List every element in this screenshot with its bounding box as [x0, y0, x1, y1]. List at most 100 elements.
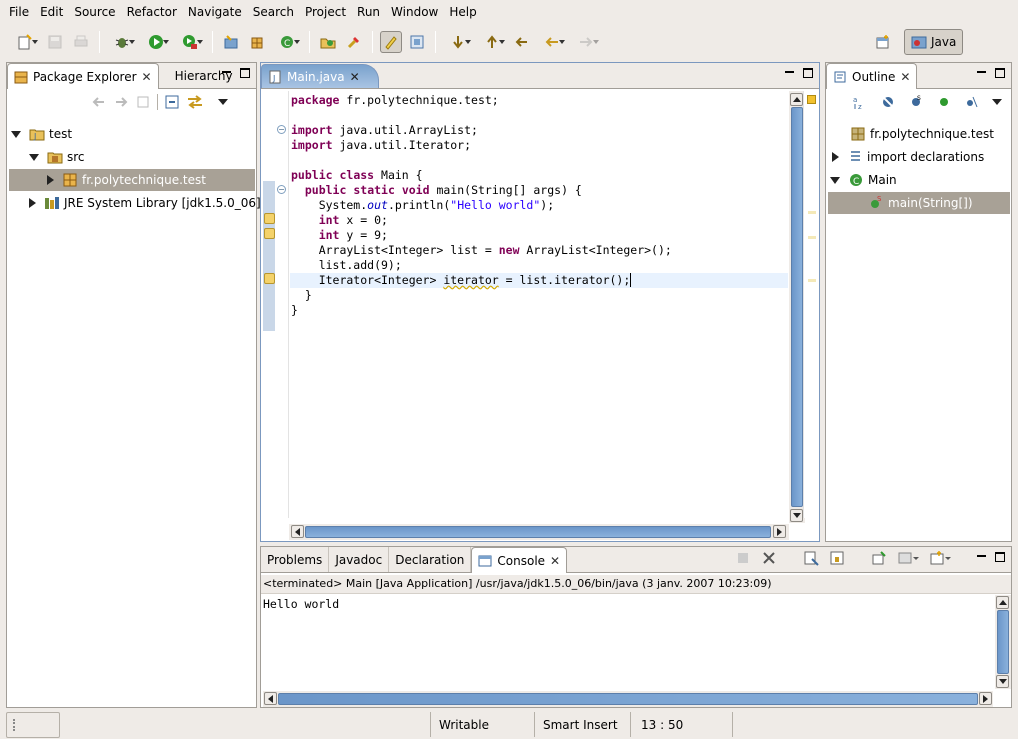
close-icon[interactable]: ✕ — [350, 70, 360, 84]
console-horizontal-scrollbar[interactable] — [263, 691, 993, 707]
warning-icon[interactable] — [264, 228, 275, 239]
scroll-right-button[interactable] — [773, 525, 786, 538]
warning-summary-icon[interactable] — [807, 95, 816, 104]
print-button[interactable] — [70, 31, 92, 53]
warning-icon[interactable] — [264, 213, 275, 224]
new-class-button[interactable]: C — [272, 31, 302, 53]
close-icon[interactable]: ✕ — [142, 70, 152, 84]
fast-view-bar[interactable] — [6, 712, 60, 738]
console-vertical-scrollbar[interactable] — [995, 595, 1011, 689]
show-whitespace-button[interactable] — [406, 31, 428, 53]
outline-item-imports[interactable]: import declarations — [832, 146, 984, 168]
back-button[interactable] — [537, 31, 567, 53]
hide-local-types-icon[interactable] — [964, 94, 980, 110]
tab-javadoc[interactable]: Javadoc — [329, 547, 390, 572]
menu-run[interactable]: Run — [352, 0, 385, 24]
java-perspective-button[interactable]: Java — [904, 29, 964, 55]
toggle-mark-occurrences-button[interactable] — [380, 31, 402, 53]
up-icon[interactable] — [135, 94, 151, 110]
new-package-button[interactable] — [246, 31, 268, 53]
tab-declaration[interactable]: Declaration — [389, 547, 472, 572]
menu-refactor[interactable]: Refactor — [122, 0, 182, 24]
menu-help[interactable]: Help — [444, 0, 481, 24]
forward-icon[interactable] — [113, 94, 129, 110]
tree-item-jre-library[interactable]: JRE System Library [jdk1.5.0_06] — [29, 192, 261, 214]
hide-fields-icon[interactable] — [880, 94, 896, 110]
open-type-button[interactable] — [317, 31, 339, 53]
scroll-thumb[interactable] — [791, 107, 803, 507]
terminate-icon[interactable] — [735, 550, 751, 566]
outline-item-class[interactable]: C Main — [830, 169, 897, 191]
menu-search[interactable]: Search — [248, 0, 299, 24]
fold-collapse-icon[interactable]: − — [277, 185, 286, 194]
search-button[interactable] — [343, 31, 365, 53]
link-with-editor-icon[interactable] — [186, 94, 204, 110]
sort-icon[interactable]: az — [852, 94, 868, 110]
back-icon[interactable] — [91, 94, 107, 110]
overview-mark[interactable] — [808, 236, 816, 239]
menu-navigate[interactable]: Navigate — [183, 0, 247, 24]
pin-console-icon[interactable] — [871, 550, 887, 566]
warning-icon[interactable] — [264, 273, 275, 284]
debug-button[interactable] — [107, 31, 137, 53]
open-perspective-button[interactable] — [872, 31, 894, 53]
scroll-down-button[interactable] — [790, 509, 803, 522]
console-output[interactable]: Hello world — [263, 597, 339, 611]
expanded-icon[interactable] — [29, 153, 39, 161]
display-console-icon[interactable] — [897, 550, 919, 566]
menu-project[interactable]: Project — [300, 0, 351, 24]
scroll-left-button[interactable] — [264, 692, 277, 705]
tab-problems[interactable]: Problems — [261, 547, 330, 572]
collapse-all-icon[interactable] — [164, 94, 180, 110]
save-button[interactable] — [44, 31, 66, 53]
new-button[interactable] — [10, 31, 40, 53]
scroll-thumb[interactable] — [305, 526, 771, 538]
minimize-icon[interactable] — [222, 68, 232, 78]
maximize-icon[interactable] — [995, 552, 1005, 562]
last-edit-location-button[interactable] — [511, 31, 533, 53]
forward-button[interactable] — [571, 31, 601, 53]
previous-annotation-button[interactable] — [477, 31, 507, 53]
view-menu-icon[interactable] — [992, 99, 1002, 105]
tree-item-project[interactable]: J test — [11, 123, 72, 145]
hide-static-icon[interactable]: S — [908, 94, 924, 110]
minimize-icon[interactable] — [977, 552, 987, 562]
overview-mark[interactable] — [808, 279, 816, 282]
clear-console-icon[interactable] — [803, 550, 819, 566]
minimize-icon[interactable] — [977, 68, 987, 78]
scroll-right-button[interactable] — [979, 692, 992, 705]
external-tools-button[interactable] — [175, 31, 205, 53]
outline-item-package[interactable]: fr.polytechnique.test — [850, 123, 994, 145]
scroll-up-button[interactable] — [996, 596, 1009, 609]
scroll-down-button[interactable] — [996, 675, 1009, 688]
menu-edit[interactable]: Edit — [35, 0, 68, 24]
new-java-project-button[interactable] — [220, 31, 242, 53]
editor-horizontal-scrollbar[interactable] — [289, 524, 789, 540]
expanded-icon[interactable] — [830, 176, 840, 184]
menu-window[interactable]: Window — [386, 0, 443, 24]
scroll-thumb[interactable] — [997, 610, 1009, 674]
minimize-icon[interactable] — [785, 68, 795, 78]
open-console-icon[interactable] — [929, 550, 951, 566]
remove-launches-icon[interactable] — [761, 550, 777, 566]
tab-outline[interactable]: Outline ✕ — [826, 63, 918, 89]
tree-item-package[interactable]: fr.polytechnique.test — [9, 169, 255, 191]
scroll-thumb[interactable] — [278, 693, 978, 705]
code-editor[interactable]: − − package fr.polytechnique.test; impor… — [263, 91, 791, 518]
expanded-icon[interactable] — [11, 130, 21, 138]
menu-source[interactable]: Source — [69, 0, 120, 24]
tab-console[interactable]: Console ✕ — [471, 547, 568, 573]
fold-collapse-icon[interactable]: − — [277, 125, 286, 134]
next-annotation-button[interactable] — [443, 31, 473, 53]
menu-file[interactable]: File — [4, 0, 34, 24]
tab-main-java[interactable]: J Main.java ✕ — [261, 64, 379, 88]
close-icon[interactable]: ✕ — [900, 70, 910, 84]
collapsed-icon[interactable] — [832, 152, 839, 162]
scroll-up-button[interactable] — [790, 93, 803, 106]
scroll-lock-icon[interactable] — [829, 550, 845, 566]
hide-non-public-icon[interactable] — [936, 94, 952, 110]
tree-item-src[interactable]: src — [29, 146, 85, 168]
maximize-icon[interactable] — [240, 68, 250, 78]
collapsed-icon[interactable] — [29, 198, 36, 208]
run-button[interactable] — [141, 31, 171, 53]
